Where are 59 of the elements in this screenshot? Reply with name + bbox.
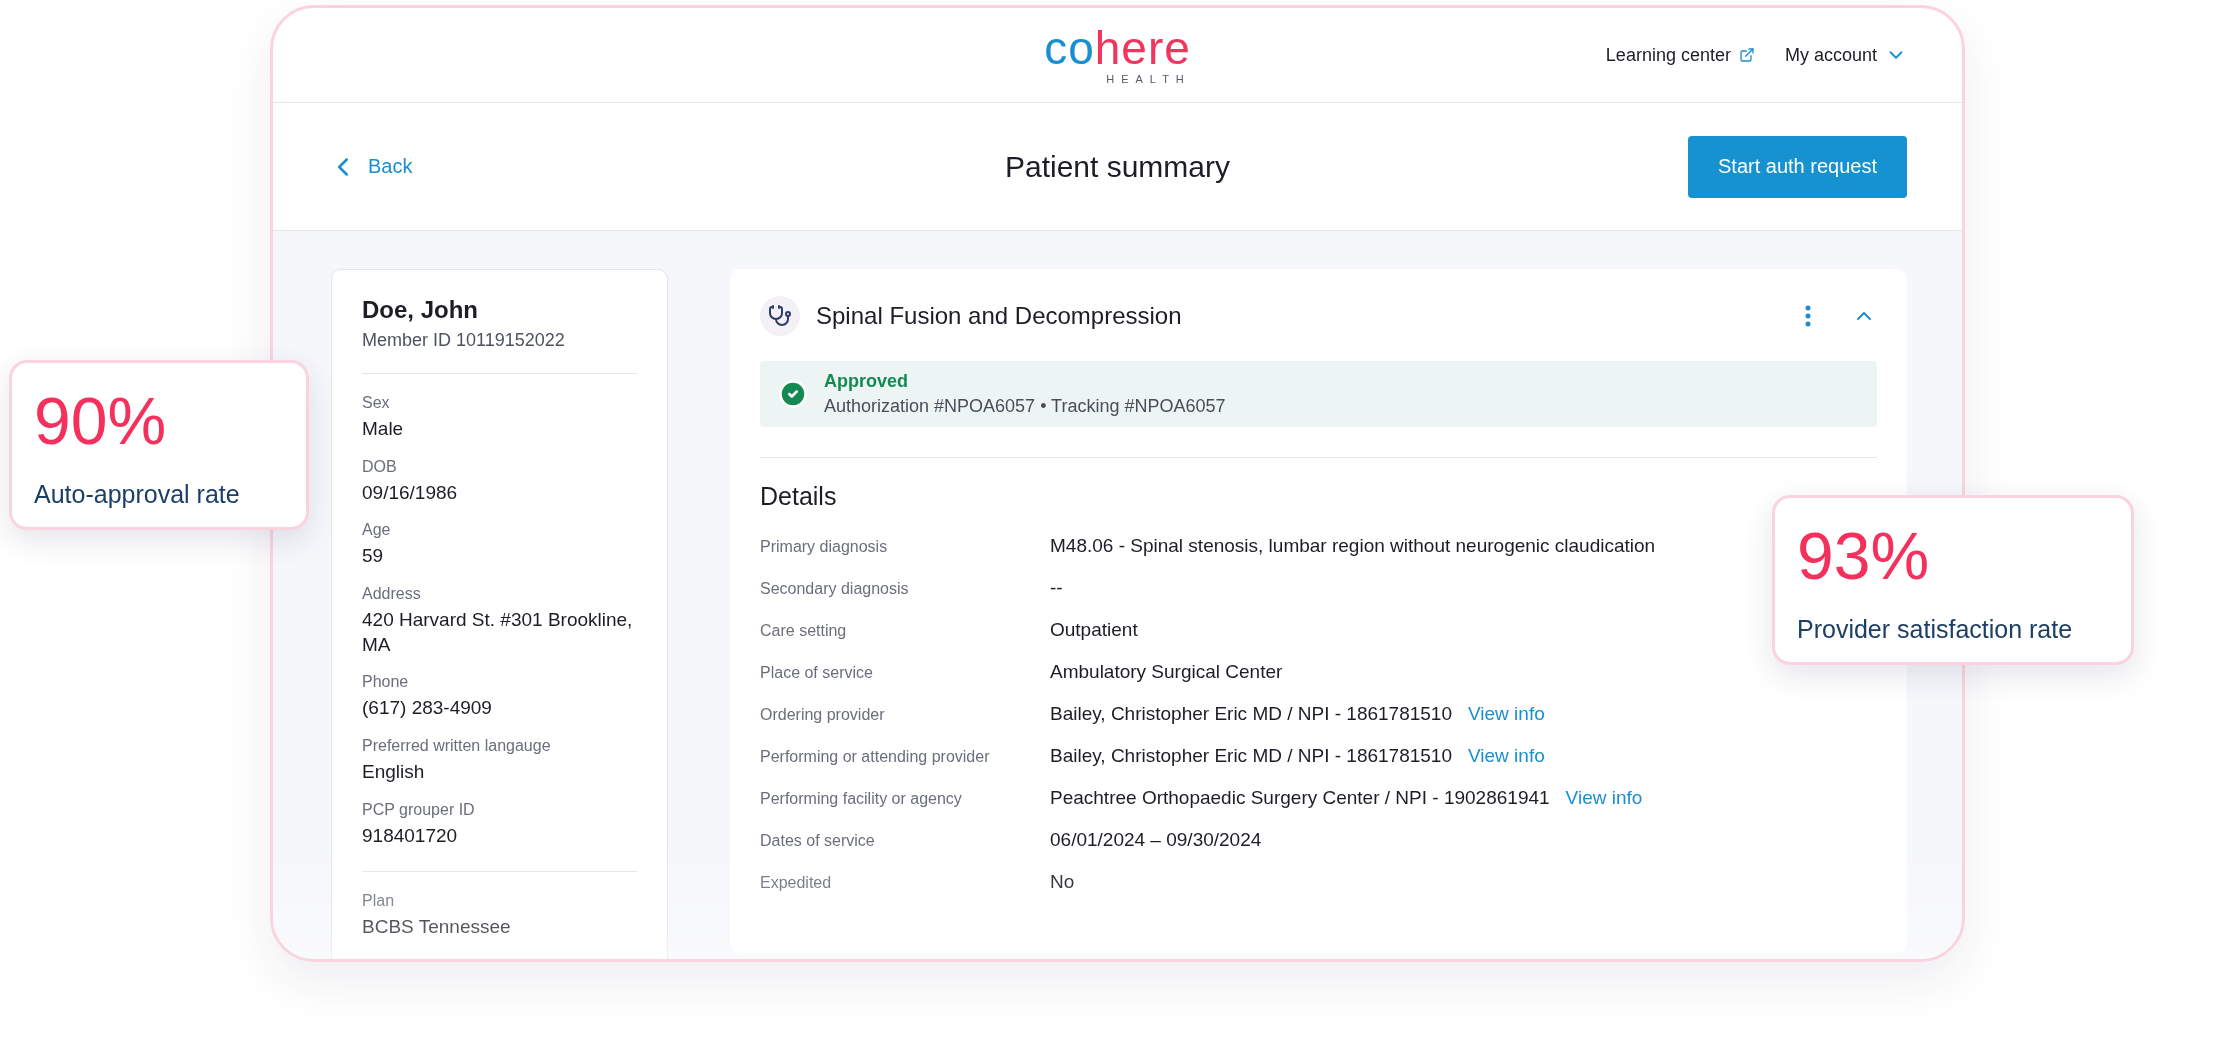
stethoscope-icon <box>760 296 800 336</box>
detail-value: M48.06 - Spinal stenosis, lumbar region without neurogenic claudication <box>1050 535 1656 557</box>
field-label: Preferred written langauge <box>362 737 552 756</box>
check-circle-icon <box>778 379 808 409</box>
member-id: Member ID 10119152022 <box>362 330 566 351</box>
detail-label: Ordering provider <box>760 706 886 724</box>
detail-value: Outpatient <box>1050 619 1138 641</box>
field-value: Male <box>362 417 405 441</box>
detail-value: Bailey, Christopher Eric MD / NPI - 1861781510 <box>1050 703 1452 725</box>
detail-label: Secondary diagnosis <box>760 580 910 598</box>
field-label: Phone <box>362 673 410 692</box>
external-link-icon <box>1738 47 1755 63</box>
learning-center-link[interactable]: Learning center <box>1605 44 1755 66</box>
field-value: 59 <box>362 544 385 569</box>
back-link[interactable]: Back <box>328 151 413 182</box>
detail-label: Primary diagnosis <box>760 538 889 556</box>
detail-value: No <box>1050 871 1075 893</box>
status-label: Approved <box>824 371 909 392</box>
field-value: (617) 283-4909 <box>362 696 493 721</box>
field-label: Age <box>362 521 392 540</box>
stat-value: 90% <box>34 385 168 458</box>
detail-value: Ambulatory Surgical Center <box>1050 661 1283 683</box>
field-label: PCP grouper ID <box>362 800 476 819</box>
patient-name: Doe, John <box>362 296 479 324</box>
start-auth-button[interactable]: Start auth request <box>1688 135 1907 198</box>
account-menu[interactable]: My account <box>1784 44 1907 66</box>
field-value: English <box>362 760 426 785</box>
detail-label: Performing or attending provider <box>760 748 991 766</box>
detail-label: Expedited <box>760 874 833 892</box>
view-info-link[interactable]: View info <box>1468 745 1545 767</box>
detail-value: Peachtree Orthopaedic Surgery Center / NPI - 1902861941 <box>1050 787 1550 809</box>
field-value: 420 Harvard St. #301 Brookline, MA <box>362 608 634 657</box>
view-info-link[interactable]: View info <box>1565 787 1643 809</box>
stat-value: 93% <box>1797 520 1931 593</box>
detail-label: Care setting <box>760 622 848 640</box>
detail-value: Bailey, Christopher Eric MD / NPI - 1861781510 <box>1050 745 1452 767</box>
field-label: Address <box>362 585 422 604</box>
page-title: Patient summary <box>1004 149 1231 184</box>
field-label: DOB <box>362 457 398 476</box>
view-info-link[interactable]: View info <box>1468 703 1545 725</box>
field-value: 09/16/1986 <box>362 480 459 505</box>
detail-label: Place of service <box>760 664 874 682</box>
stat-label: Provider satisfaction rate <box>1797 614 2074 644</box>
kebab-icon <box>1805 305 1811 327</box>
field-label: Sex <box>362 394 391 412</box>
detail-label: Dates of service <box>760 832 876 850</box>
detail-value: -- <box>1050 577 1063 599</box>
detail-value: 06/01/2024 – 09/30/2024 <box>1050 829 1262 851</box>
logo-text: here <box>1094 22 1191 74</box>
logo-text: co <box>1044 22 1095 74</box>
field-value: BCBS Tennessee <box>362 914 512 939</box>
field-label: Plan <box>362 891 396 910</box>
detail-label: Performing facility or agency <box>760 790 963 808</box>
status-detail: Authorization #NPOA6057 • Tracking #NPOA6057 <box>824 396 1226 417</box>
stat-label: Auto-approval rate <box>34 479 241 509</box>
logo-subtitle: HEALTH <box>1106 73 1191 85</box>
request-title: Spinal Fusion and Decompression <box>816 302 1183 330</box>
field-value: 918401720 <box>362 823 459 848</box>
details-heading: Details <box>760 482 838 511</box>
